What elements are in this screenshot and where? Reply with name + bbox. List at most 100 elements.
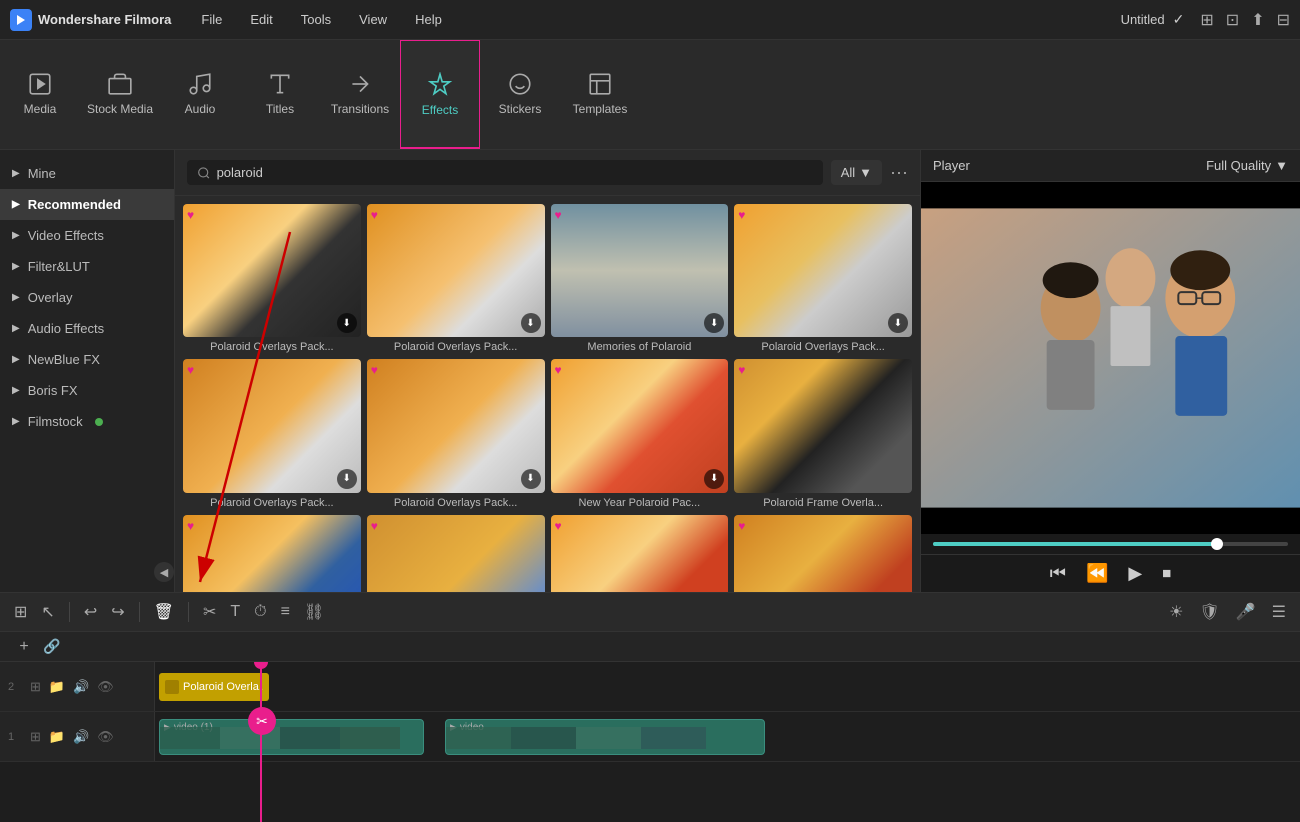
menu-file[interactable]: File — [195, 10, 228, 29]
chevron-icon: ▶ — [12, 385, 20, 396]
toolbar-stock-media[interactable]: Stock Media — [80, 40, 160, 149]
sidebar-item-video-effects-label: Video Effects — [28, 228, 104, 243]
track-folder-icon[interactable]: 📁 — [47, 677, 67, 697]
effect-item-9[interactable]: ⬇♥Polaroid Overlays Pack... — [183, 515, 361, 592]
cut-button[interactable]: ✂ — [199, 598, 220, 626]
toolbar-templates[interactable]: Templates — [560, 40, 640, 149]
track-content-2: Polaroid Overla... — [155, 662, 1300, 711]
sidebar-item-filmstock-label: Filmstock — [28, 414, 83, 429]
heart-icon[interactable]: ♥ — [371, 208, 541, 222]
heart-icon[interactable]: ♥ — [371, 363, 541, 377]
upload-icon[interactable]: ⬆ — [1251, 10, 1264, 30]
effect-item-8[interactable]: ♥Polaroid Frame Overla... — [734, 359, 912, 508]
effect-thumb-4: ⬇♥ — [734, 204, 912, 337]
track-audio-icon[interactable]: 🔊 — [71, 677, 91, 697]
track-audio-icon[interactable]: 🔊 — [71, 727, 91, 747]
heart-icon[interactable]: ♥ — [187, 208, 357, 222]
menu-edit[interactable]: Edit — [244, 10, 278, 29]
effect-item-3[interactable]: ⬇♥Memories of Polaroid — [551, 204, 729, 353]
heart-icon[interactable]: ♥ — [371, 519, 541, 533]
effect-item-1[interactable]: ⬇♥Polaroid Overlays Pack... — [183, 204, 361, 353]
menu-button[interactable]: ☰ — [1268, 598, 1290, 626]
track-layout-icon[interactable]: ⊞ — [28, 727, 43, 747]
heart-icon[interactable]: ♥ — [187, 363, 357, 377]
heart-icon[interactable]: ♥ — [187, 519, 357, 533]
heart-icon[interactable]: ♥ — [738, 363, 908, 377]
menu-tools[interactable]: Tools — [295, 10, 337, 29]
menu-view[interactable]: View — [353, 10, 393, 29]
text-button[interactable]: T — [226, 599, 244, 625]
preview-controls: ⏮ ⏪ ▶ ⏹ — [921, 554, 1300, 592]
progress-bar[interactable] — [933, 542, 1288, 546]
delete-button[interactable]: 🗑 — [150, 598, 178, 626]
track-layout-icon[interactable]: ⊞ — [28, 677, 43, 697]
video-clip-2[interactable]: ▶ video — [445, 719, 765, 755]
undo-button[interactable]: ↩ — [80, 598, 101, 626]
layout-icon[interactable]: ⊞ — [1200, 10, 1213, 30]
effect-label-3: Memories of Polaroid — [551, 341, 729, 353]
toolbar-transitions[interactable]: Transitions — [320, 40, 400, 149]
link-tracks-button[interactable]: 🔗 — [38, 633, 66, 661]
search-input[interactable] — [217, 165, 813, 180]
effect-item-4[interactable]: ⬇♥Polaroid Overlays Pack... — [734, 204, 912, 353]
overlay-clip-icon — [165, 680, 179, 694]
toolbar-audio-label: Audio — [185, 102, 216, 116]
sidebar-collapse-btn[interactable]: ◀ — [154, 562, 174, 582]
sidebar-item-overlay[interactable]: ▶ Overlay — [0, 282, 174, 313]
sidebar-item-recommended[interactable]: ▶ Recommended — [0, 189, 174, 220]
heart-icon[interactable]: ♥ — [738, 208, 908, 222]
quality-selector[interactable]: Full Quality ▼ — [1206, 158, 1288, 173]
sidebar-item-boris-fx[interactable]: ▶ Boris FX — [0, 375, 174, 406]
save-status-icon: ✓ — [1173, 11, 1185, 28]
timer-button[interactable]: ⏱ — [250, 599, 270, 625]
effect-item-2[interactable]: ⬇♥Polaroid Overlays Pack... — [367, 204, 545, 353]
video-clip-1[interactable]: ▶ video (1) — [159, 719, 424, 755]
chevron-icon: ▶ — [12, 292, 20, 303]
progress-thumb[interactable] — [1211, 538, 1223, 550]
link-button[interactable]: ⛓ — [300, 598, 328, 626]
heart-icon[interactable]: ♥ — [738, 519, 908, 533]
effect-item-7[interactable]: ⬇♥New Year Polaroid Pac... — [551, 359, 729, 508]
play-button[interactable]: ▶ — [1128, 563, 1142, 584]
filter-button[interactable]: All ▼ — [831, 160, 882, 185]
effect-item-6[interactable]: ⬇♥Polaroid Overlays Pack... — [367, 359, 545, 508]
toolbar-effects[interactable]: Effects — [400, 40, 480, 149]
track-eye-icon[interactable]: 👁 — [95, 727, 116, 747]
toolbar-titles[interactable]: Titles — [240, 40, 320, 149]
heart-icon[interactable]: ♥ — [555, 208, 725, 222]
split-view-button[interactable]: ⊞ — [10, 598, 31, 626]
overlay-clip[interactable]: Polaroid Overla... — [159, 673, 269, 701]
sidebar-item-video-effects[interactable]: ▶ Video Effects — [0, 220, 174, 251]
sidebar-item-audio-effects[interactable]: ▶ Audio Effects — [0, 313, 174, 344]
more-options-button[interactable]: ··· — [890, 162, 908, 183]
add-track-button[interactable]: + — [10, 633, 38, 661]
heart-icon[interactable]: ♥ — [555, 363, 725, 377]
step-back-button[interactable]: ⏪ — [1086, 563, 1108, 584]
adjust-button[interactable]: ≡ — [277, 599, 294, 625]
sidebar-item-newblue-fx[interactable]: ▶ NewBlue FX — [0, 344, 174, 375]
toolbar-media[interactable]: Media — [0, 40, 80, 149]
toolbar-audio[interactable]: Audio — [160, 40, 240, 149]
effect-item-11[interactable]: ⬇♥New Year Polaroid Pac... — [551, 515, 729, 592]
effect-item-12[interactable]: ♥Polaroid Frame Overla... — [734, 515, 912, 592]
sidebar-item-mine[interactable]: ▶ Mine — [0, 158, 174, 189]
heart-icon[interactable]: ♥ — [555, 519, 725, 533]
pointer-tool[interactable]: ↖ — [37, 598, 58, 626]
rewind-button[interactable]: ⏮ — [1050, 563, 1066, 584]
brightness-button[interactable]: ☀ — [1165, 598, 1187, 626]
shield-button[interactable]: 🛡 — [1195, 598, 1223, 626]
sidebar-item-filter-lut[interactable]: ▶ Filter&LUT — [0, 251, 174, 282]
track-folder-icon[interactable]: 📁 — [47, 727, 67, 747]
grid-layout-icon[interactable]: ⊟ — [1277, 10, 1290, 30]
sidebar-item-filmstock[interactable]: ▶ Filmstock — [0, 406, 174, 437]
redo-button[interactable]: ↪ — [107, 598, 128, 626]
track-eye-icon[interactable]: 👁 — [95, 677, 116, 697]
menu-help[interactable]: Help — [409, 10, 448, 29]
effect-item-5[interactable]: ⬇♥Polaroid Overlays Pack... — [183, 359, 361, 508]
effect-item-10[interactable]: ⬇♥Polaroid Overlays Pack... — [367, 515, 545, 592]
stop-button[interactable]: ⏹ — [1162, 563, 1171, 584]
mic-button[interactable]: 🎤 — [1232, 598, 1260, 626]
toolbar-stickers[interactable]: Stickers — [480, 40, 560, 149]
effect-thumb-2: ⬇♥ — [367, 204, 545, 337]
template-icon[interactable]: ⊡ — [1226, 10, 1239, 30]
